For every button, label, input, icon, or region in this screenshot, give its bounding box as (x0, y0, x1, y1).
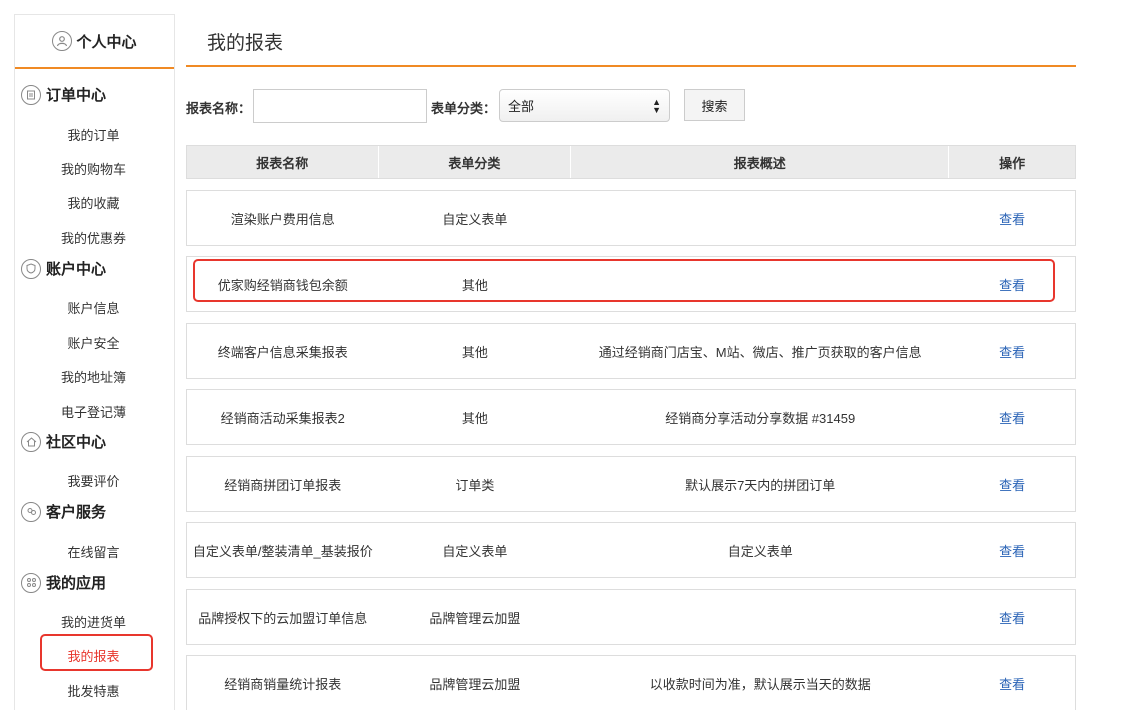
view-link[interactable]: 查看 (949, 541, 1075, 560)
sidebar-group-order-center: 订单中心 (21, 84, 106, 105)
sidebar: 个人中心 (14, 14, 175, 710)
report-summary-cell: 默认展示7天内的拼团订单 (685, 477, 836, 493)
sidebar-group-my-apps: 我的应用 (21, 572, 106, 593)
sidebar-item-online-message[interactable]: 在线留言 (14, 542, 173, 561)
category-selected-value: 全部 (508, 99, 535, 114)
view-link[interactable]: 查看 (949, 608, 1075, 627)
view-link[interactable]: 查看 (949, 475, 1075, 494)
sidebar-group-label: 社区中心 (46, 434, 107, 451)
service-icon (21, 501, 41, 522)
table-row: 经销商拼团订单报表 订单类 默认展示7天内的拼团订单 查看 (186, 456, 1076, 512)
column-header-summary: 报表概述 (571, 146, 950, 178)
view-link[interactable]: 查看 (949, 342, 1075, 361)
sidebar-item-wholesale-deals[interactable]: 批发特惠 (14, 681, 173, 700)
view-link[interactable]: 查看 (949, 209, 1075, 228)
report-category-cell: 自定义表单 (442, 543, 508, 559)
report-name-input[interactable] (253, 89, 427, 123)
sidebar-item-address-book[interactable]: 我的地址簿 (14, 367, 173, 386)
search-button[interactable]: 搜索 (684, 89, 745, 121)
column-header-name: 报表名称 (187, 146, 379, 178)
report-category-cell: 其他 (461, 344, 488, 360)
report-name-cell: 经销商活动采集报表2 (220, 410, 345, 426)
sidebar-item-account-info[interactable]: 账户信息 (14, 298, 173, 317)
view-link[interactable]: 查看 (949, 674, 1075, 693)
table-row: 经销商销量统计报表 品牌管理云加盟 以收款时间为准，默认展示当天的数据 查看 (186, 655, 1076, 710)
sidebar-group-account-center: 账户中心 (21, 258, 106, 279)
report-category-cell: 自定义表单 (442, 211, 508, 227)
report-category-cell: 订单类 (455, 477, 495, 493)
sidebar-item-coupons[interactable]: 我的优惠券 (14, 228, 173, 247)
user-icon (52, 31, 73, 51)
sidebar-item-e-register[interactable]: 电子登记薄 (14, 402, 173, 421)
report-name-cell: 自定义表单/整装清单_基装报价 (192, 543, 373, 559)
page-title: 我的报表 (207, 33, 284, 54)
report-name-cell: 终端客户信息采集报表 (217, 344, 348, 360)
sidebar-group-customer-service: 客户服务 (21, 501, 106, 522)
sidebar-item-favorites[interactable]: 我的收藏 (14, 193, 173, 212)
sidebar-item-cart[interactable]: 我的购物车 (14, 159, 173, 178)
table-header: 报表名称 表单分类 报表概述 操作 (186, 145, 1076, 179)
order-icon (21, 84, 41, 105)
column-header-action: 操作 (999, 155, 1026, 171)
report-category-cell: 品牌管理云加盟 (429, 610, 521, 626)
report-name-cell: 经销商销量统计报表 (224, 676, 342, 692)
report-summary-cell: 通过经销商门店宝、M站、微店、推广页获取的客户信息 (598, 344, 922, 360)
report-name-label: 报表名称： (186, 101, 252, 116)
sidebar-group-community-center: 社区中心 (21, 431, 106, 452)
report-name-cell: 渲染账户费用信息 (230, 211, 335, 227)
row-highlight-box (193, 259, 1055, 302)
report-summary-cell: 经销商分享活动分享数据 #31459 (665, 410, 856, 426)
active-item-highlight (40, 634, 153, 671)
sidebar-group-label: 我的应用 (46, 575, 107, 592)
sidebar-header-label: 个人中心 (76, 33, 137, 51)
select-arrows-icon: ▲ ▼ (652, 96, 661, 115)
report-category-cell: 其他 (461, 410, 488, 426)
sidebar-item-review[interactable]: 我要评价 (14, 471, 173, 490)
column-header-category: 表单分类 (379, 146, 572, 178)
sidebar-group-label: 客户服务 (46, 504, 107, 521)
report-name-cell: 经销商拼团订单报表 (224, 477, 342, 493)
report-summary-cell: 以收款时间为准，默认展示当天的数据 (649, 676, 871, 692)
report-category-cell: 品牌管理云加盟 (429, 676, 521, 692)
report-name-cell: 品牌授权下的云加盟订单信息 (198, 610, 368, 626)
sidebar-item-purchase-list[interactable]: 我的进货单 (14, 612, 173, 631)
title-divider (186, 65, 1076, 67)
report-summary-cell: 自定义表单 (727, 543, 793, 559)
table-row: 渲染账户费用信息 自定义表单 查看 (186, 190, 1076, 246)
home-icon (21, 431, 41, 452)
sidebar-item-account-security[interactable]: 账户安全 (14, 333, 173, 352)
view-link[interactable]: 查看 (949, 408, 1075, 427)
table-row: 经销商活动采集报表2 其他 经销商分享活动分享数据 #31459 查看 (186, 389, 1076, 445)
category-label: 表单分类： (431, 101, 497, 116)
sidebar-item-my-orders[interactable]: 我的订单 (14, 125, 173, 144)
table-row: 品牌授权下的云加盟订单信息 品牌管理云加盟 查看 (186, 589, 1076, 645)
sidebar-group-label: 订单中心 (46, 87, 107, 104)
category-select[interactable]: 全部 ▲ ▼ (499, 89, 670, 122)
sidebar-header-personal-center[interactable]: 个人中心 (15, 15, 174, 69)
apps-icon (21, 572, 41, 593)
shield-icon (21, 258, 41, 279)
table-row: 自定义表单/整装清单_基装报价 自定义表单 自定义表单 查看 (186, 522, 1076, 578)
table-row: 终端客户信息采集报表 其他 通过经销商门店宝、M站、微店、推广页获取的客户信息 … (186, 323, 1076, 379)
sidebar-group-label: 账户中心 (46, 261, 107, 278)
